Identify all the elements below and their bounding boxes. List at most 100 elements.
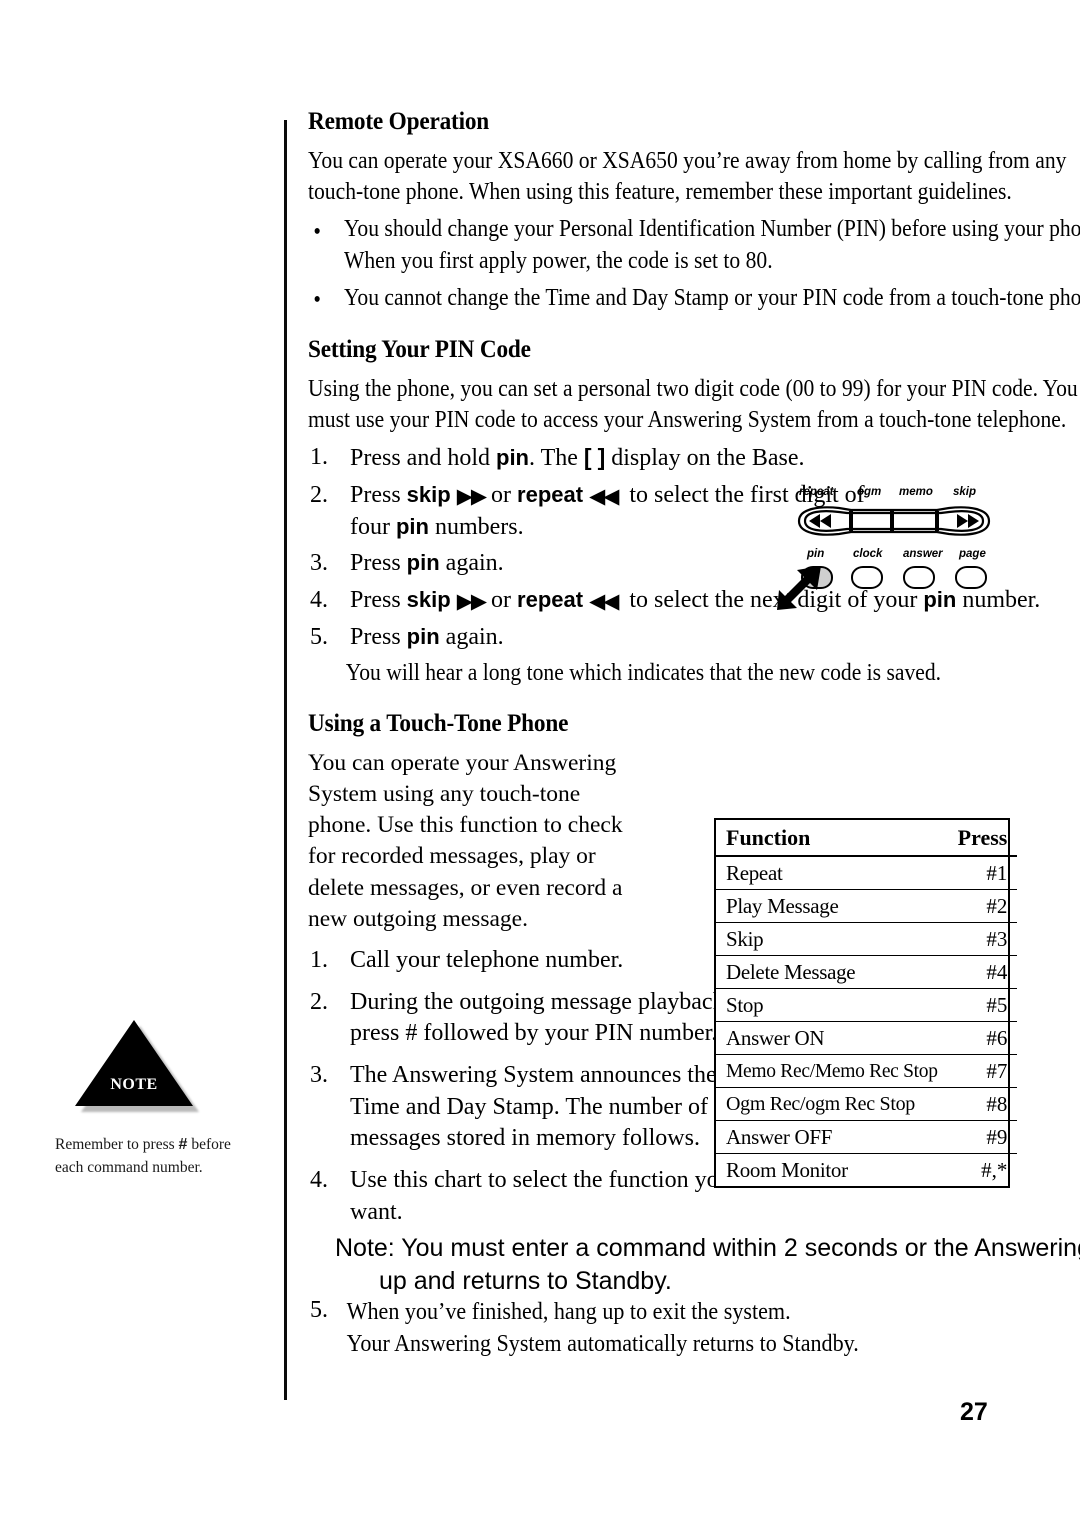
cell-press: #8 (947, 1087, 1018, 1121)
list-item: 1. Press and hold pin. The [ ] display o… (308, 442, 870, 475)
table-row: Memo Rec/Memo Rec Stop #7 (716, 1054, 1018, 1088)
rocker-bar-control[interactable] (795, 504, 993, 538)
step-text-fragment: or (485, 481, 518, 508)
device-label-page: page (959, 548, 986, 560)
button-name-repeat: repeat (517, 481, 584, 507)
table-row: Play Message #2 (716, 889, 1018, 923)
cell-press: #9 (947, 1120, 1018, 1154)
list-item: 2. Press skip ▶▶ or repeat ◀◀ to select … (308, 480, 870, 543)
margin-note-text-before: Remember to press (55, 1136, 179, 1153)
button-name-pin: pin (395, 513, 429, 539)
bullet-text: You should change your Personal Identifi… (344, 216, 1080, 274)
base-unit-button-diagram: repeat ogm memo skip pin clock answer pa… (777, 486, 995, 611)
cell-function: Answer ON (716, 1021, 948, 1055)
fast-forward-arrows-icon: ▶▶ (456, 483, 487, 508)
cell-function: Play Message (716, 889, 948, 923)
cell-press: #4 (947, 955, 1018, 989)
list-item: • You should change your Personal Identi… (308, 214, 1080, 276)
step-number: 4. (310, 587, 328, 613)
step-number: 1. (310, 444, 328, 471)
bullet-dot-icon: • (313, 218, 321, 245)
step-text: When you’ve finished, hang up to exit th… (308, 1297, 1080, 1360)
table-row: Answer ON #6 (716, 1021, 1018, 1055)
fast-forward-arrows-icon: ▶▶ (456, 589, 487, 613)
step-text-fragment: Press and hold (350, 445, 496, 472)
table-row: Skip #3 (716, 922, 1018, 956)
pointer-arrow-icon (777, 566, 821, 610)
list-item: 1. Call your telephone number. (308, 945, 750, 977)
step-text-fragment: Press (350, 481, 407, 508)
button-name-skip: skip (406, 587, 451, 612)
step-number: 5. (310, 623, 328, 650)
step-text: During the outgoing message playback, pr… (350, 988, 731, 1047)
note-triangle-icon: NOTE (75, 1020, 199, 1112)
paragraph-setting-pin-intro: Using the phone, you can set a personal … (308, 375, 1078, 434)
list-item: 4. Use this chart to select the function… (308, 1165, 750, 1228)
step-text-fragment: numbers. (428, 513, 524, 540)
button-name-pin: pin (406, 623, 440, 649)
table-row: Room Monitor #,* (716, 1154, 1017, 1187)
bracket-open: [ (583, 444, 592, 471)
table-row: Stop #5 (716, 988, 1018, 1022)
cell-press: #7 (947, 1054, 1018, 1088)
device-label-repeat: repeat (799, 486, 834, 498)
paragraph-remote-operation-intro: You can operate your XSA660 or XSA650 yo… (308, 148, 1067, 206)
note-badge-label: NOTE (110, 1076, 158, 1093)
table-row: Answer OFF #9 (716, 1120, 1018, 1154)
step-number: 3. (310, 550, 328, 577)
final-step-line-1: When you’ve finished, hang up to exit th… (346, 1299, 791, 1325)
cell-function: Room Monitor (726, 1158, 848, 1182)
timeout-warning-line-1: Note: You must enter a command within 2 … (335, 1234, 1080, 1262)
rewind-arrows-icon: ◀◀ (589, 589, 619, 613)
device-button-clock[interactable] (851, 566, 883, 589)
cell-press: #5 (947, 988, 1018, 1022)
step-text: The Answering System announces the Time … (350, 1062, 717, 1152)
step-text: Press pin again. (350, 624, 504, 650)
step-text-fragment: or (485, 587, 518, 613)
device-label-memo: memo (899, 486, 933, 498)
page-number: 27 (960, 1398, 988, 1426)
step-number: 4. (310, 1167, 328, 1194)
cell-function: Memo Rec/Memo Rec Stop (716, 1054, 948, 1088)
cell-press: #2 (947, 889, 1018, 923)
device-label-skip: skip (953, 486, 977, 498)
device-label-answer: answer (903, 548, 943, 560)
table-row: Repeat #1 (716, 856, 1018, 890)
step-number: 3. (310, 1062, 328, 1089)
device-button-answer[interactable] (903, 566, 935, 589)
step-text-fragment: . The (529, 445, 584, 472)
timeout-warning-line-2: up and returns to Standby. (379, 1266, 672, 1295)
manual-page: NOTE Remember to press # before each com… (0, 0, 1080, 1522)
paragraph-setting-pin-closing: You will hear a long tone which indicate… (345, 660, 942, 687)
step-text-fragment: display on the Base. (605, 445, 805, 472)
table-row: Delete Message #4 (716, 955, 1018, 989)
cell-function: Repeat (716, 856, 948, 890)
step-text-fragment: Press (350, 550, 407, 577)
step-text-fragment: Press (350, 623, 407, 650)
remote-command-table: Function Press Repeat #1 Play Message #2… (714, 818, 1018, 1188)
column-divider-rule (284, 120, 287, 1400)
table-row: Ogm Rec/ogm Rec Stop #8 (716, 1087, 1018, 1121)
table-header-row: Function Press (716, 820, 1018, 857)
list-item: • You cannot change the Time and Day Sta… (308, 283, 1080, 314)
cell-press: #,* (981, 1158, 1008, 1182)
heading-setting-pin-code: Setting Your PIN Code (308, 335, 531, 363)
column-header-press: Press (947, 820, 1018, 857)
final-step-line-2: Your Answering System automatically retu… (346, 1330, 859, 1357)
cell-function: Delete Message (716, 955, 948, 989)
button-name-pin: pin (406, 550, 440, 576)
button-name-skip: skip (406, 481, 451, 507)
step-text-fragment: again. (439, 623, 504, 650)
step-number: 2. (310, 988, 328, 1015)
cell-function: Answer OFF (716, 1120, 948, 1154)
margin-note-text: Remember to press # before each command … (55, 1134, 260, 1179)
cell-function: Stop (716, 988, 948, 1022)
heading-using-touch-tone-phone: Using a Touch-Tone Phone (308, 709, 569, 737)
button-name-repeat: repeat (517, 587, 584, 612)
cell-press: #3 (947, 922, 1018, 956)
step-text: Press pin again. (350, 550, 504, 576)
remote-operation-bullet-list: • You should change your Personal Identi… (308, 214, 1080, 314)
device-button-page[interactable] (955, 566, 987, 589)
step-number: 2. (310, 481, 328, 508)
touch-tone-final-step: 5. When you’ve finished, hang up to exit… (308, 1297, 1048, 1360)
